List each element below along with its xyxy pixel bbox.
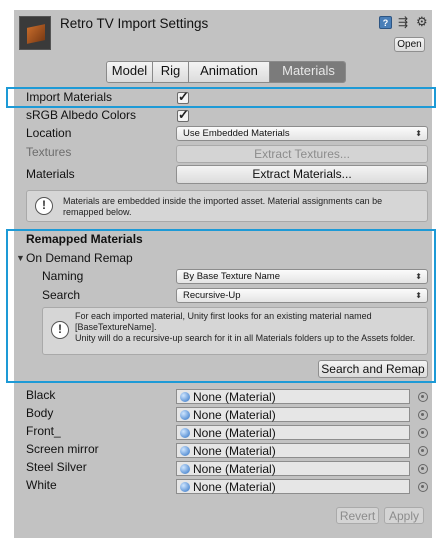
textures-label: Textures [26,145,72,159]
material-field-value: None (Material) [193,462,276,476]
tab-materials[interactable]: Materials [270,62,345,82]
material-field-value: None (Material) [193,480,276,494]
material-field-value: None (Material) [193,426,276,440]
object-picker-icon[interactable] [418,428,428,438]
material-object-field[interactable]: None (Material) [176,479,410,494]
location-label: Location [26,126,72,140]
embedded-info-box: ! Materials are embedded inside the impo… [26,190,428,222]
object-picker-icon[interactable] [418,464,428,474]
materials-label: Materials [26,167,75,181]
material-object-field[interactable]: None (Material) [176,407,410,422]
extract-materials-button[interactable]: Extract Materials... [176,165,428,184]
tab-animation[interactable]: Animation [189,62,270,82]
apply-button[interactable]: Apply [384,507,424,524]
window-title: Retro TV Import Settings [60,16,209,31]
material-slot-label: Front_ [26,424,61,438]
location-dropdown[interactable]: Use Embedded Materials ⬍ [176,126,428,141]
info-icon: ! [35,197,53,215]
material-slot-label: Screen mirror [26,442,99,456]
srgb-albedo-label: sRGB Albedo Colors [26,108,137,122]
object-picker-icon[interactable] [418,482,428,492]
material-ball-icon [180,428,190,438]
material-object-field[interactable]: None (Material) [176,461,410,476]
material-ball-icon [180,392,190,402]
asset-thumbnail [19,16,51,50]
material-ball-icon [180,464,190,474]
preset-sliders-icon[interactable]: ⇶ [398,16,408,29]
dropdown-arrow-icon: ⬍ [415,129,422,138]
settings-gear-icon[interactable]: ⚙ [416,15,428,28]
object-picker-icon[interactable] [418,446,428,456]
remapped-materials-highlight [6,229,436,383]
object-picker-icon[interactable] [418,410,428,420]
tab-bar: Model Rig Animation Materials [106,61,346,83]
import-materials-highlight [6,87,436,108]
material-field-value: None (Material) [193,390,276,404]
material-ball-icon [180,446,190,456]
material-slot-label: Body [26,406,54,420]
material-field-value: None (Material) [193,444,276,458]
checkmark-icon: ✓ [178,107,189,122]
material-slot-label: Black [26,388,56,402]
material-object-field[interactable]: None (Material) [176,443,410,458]
revert-button[interactable]: Revert [336,507,379,524]
location-value: Use Embedded Materials [183,128,290,139]
material-slot-label: White [26,478,57,492]
object-picker-icon[interactable] [418,392,428,402]
tab-rig[interactable]: Rig [153,62,189,82]
material-object-field[interactable]: None (Material) [176,389,410,404]
srgb-albedo-checkbox[interactable]: ✓ [177,107,189,122]
material-object-field[interactable]: None (Material) [176,425,410,440]
help-book-icon[interactable]: ? [379,16,392,29]
open-button[interactable]: Open [394,37,425,52]
material-ball-icon [180,410,190,420]
extract-textures-button[interactable]: Extract Textures... [176,145,428,163]
material-slot-label: Steel Silver [26,460,87,474]
embedded-info-text: Materials are embedded inside the import… [63,196,383,217]
material-field-value: None (Material) [193,408,276,422]
material-ball-icon [180,482,190,492]
tab-model[interactable]: Model [107,62,153,82]
